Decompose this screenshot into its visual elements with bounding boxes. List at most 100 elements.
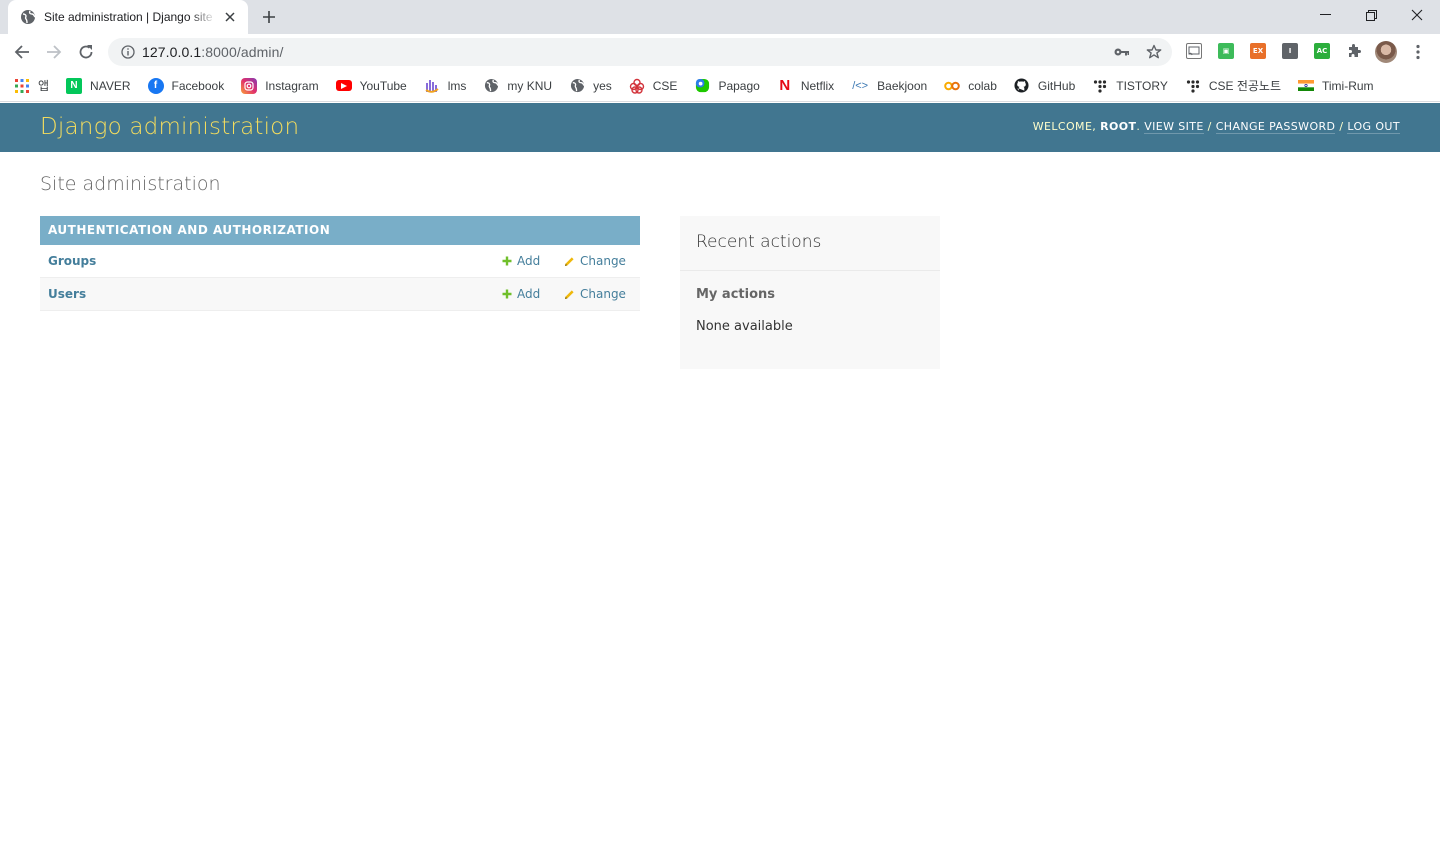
bookmark-label: Instagram <box>265 78 319 93</box>
back-arrow-icon <box>14 45 29 59</box>
pencil-icon <box>564 256 575 267</box>
close-window-button[interactable] <box>1394 0 1440 30</box>
page-title: Site administration <box>40 173 221 195</box>
bookmark-label: Baekjoon <box>877 78 928 93</box>
extension-ac-icon[interactable]: AC <box>1314 43 1330 59</box>
netflix-icon: N <box>779 77 791 94</box>
code-icon: /<> <box>852 79 869 92</box>
forward-arrow-icon <box>47 45 62 59</box>
instagram-icon <box>241 77 258 94</box>
tab-title: Site administration | Django site admin <box>44 10 216 24</box>
view-site-link[interactable]: View site <box>1144 120 1204 134</box>
bookmark-label: Facebook <box>171 78 225 93</box>
recent-actions-title: Recent actions <box>680 216 940 271</box>
model-row-users: Users Add Change <box>40 278 640 311</box>
bookmark-label: YouTube <box>359 78 407 93</box>
change-users-link[interactable]: Change <box>564 287 640 301</box>
bookmark-cse-note[interactable]: CSE 전공노트 <box>1185 77 1281 94</box>
bookmark-youtube[interactable]: YouTube <box>335 78 407 93</box>
add-label: Add <box>517 254 541 268</box>
extension-ex-icon[interactable]: EX <box>1250 43 1266 59</box>
bookmark-label: TISTORY <box>1116 78 1168 93</box>
admin-header: Django administration Welcome, root. Vie… <box>0 103 1440 152</box>
bookmark-instagram[interactable]: Instagram <box>241 77 319 94</box>
browser-tabstrip: Site administration | Django site admin <box>0 0 1440 34</box>
tistory-icon <box>1185 78 1201 94</box>
extension-cast-icon[interactable] <box>1186 43 1202 59</box>
model-link-groups[interactable]: Groups <box>40 254 502 268</box>
extension-i-icon[interactable]: I <box>1282 43 1298 59</box>
bookmark-netflix[interactable]: N Netflix <box>777 77 834 94</box>
model-row-groups: Groups Add Change <box>40 245 640 278</box>
restore-button[interactable] <box>1348 0 1394 30</box>
bookmark-my-knu[interactable]: my KNU <box>483 78 552 94</box>
app-module-auth: Authentication and Authorization Groups … <box>40 216 640 311</box>
bookmark-facebook[interactable]: f Facebook <box>147 77 225 94</box>
reload-button[interactable] <box>73 39 99 65</box>
browser-toolbar: 127.0.0.1:8000/admin/ ▣ EX I AC <box>0 34 1440 70</box>
module-caption[interactable]: Authentication and Authorization <box>40 216 640 245</box>
globe-icon <box>569 78 585 94</box>
bookmark-label: yes <box>593 78 612 93</box>
browser-tab-active[interactable]: Site administration | Django site admin <box>8 0 248 34</box>
pencil-icon <box>564 289 575 300</box>
bookmark-label: Timi-Rum <box>1322 78 1374 93</box>
change-label: Change <box>580 287 626 301</box>
extension-green-icon[interactable]: ▣ <box>1218 43 1234 59</box>
plus-icon <box>502 256 512 266</box>
address-bar[interactable]: 127.0.0.1:8000/admin/ <box>108 38 1172 66</box>
my-actions-heading: My actions <box>696 287 776 302</box>
site-branding[interactable]: Django administration <box>40 114 299 140</box>
new-tab-button[interactable] <box>258 6 280 28</box>
log-out-link[interactable]: Log out <box>1347 120 1400 134</box>
change-groups-link[interactable]: Change <box>564 254 640 268</box>
bookmark-label: CSE <box>652 78 678 93</box>
bookmark-timi-rum[interactable]: Timi-Rum <box>1298 78 1374 94</box>
minimize-button[interactable] <box>1302 0 1348 30</box>
bookmark-baekjoon[interactable]: /<> Baekjoon <box>851 78 927 94</box>
bookmark-cse[interactable]: CSE <box>629 78 678 94</box>
url-path: :8000/admin/ <box>201 44 284 60</box>
lms-icon <box>424 78 440 94</box>
add-label: Add <box>517 287 541 301</box>
username: root <box>1100 120 1137 133</box>
reload-icon <box>79 45 93 59</box>
model-link-users[interactable]: Users <box>40 287 502 301</box>
add-groups-link[interactable]: Add <box>502 254 564 268</box>
extensions-puzzle-icon[interactable] <box>1346 43 1362 59</box>
url-text: 127.0.0.1:8000/admin/ <box>142 44 283 60</box>
cse-icon <box>629 78 645 94</box>
change-password-link[interactable]: Change password <box>1215 120 1336 134</box>
youtube-icon <box>335 80 352 91</box>
profile-avatar[interactable] <box>1375 41 1397 63</box>
bookmark-label: 앱 <box>38 79 50 93</box>
bookmark-papago[interactable]: Papago <box>694 78 760 94</box>
naver-icon: N <box>66 77 83 94</box>
bookmark-apps[interactable]: 앱 <box>14 77 49 94</box>
add-users-link[interactable]: Add <box>502 287 564 301</box>
bookmark-star-icon[interactable] <box>1146 44 1162 60</box>
bookmark-github[interactable]: GitHub <box>1014 78 1075 94</box>
info-icon[interactable] <box>120 44 136 60</box>
close-tab-icon[interactable] <box>222 9 238 25</box>
bookmark-label: Papago <box>718 78 760 93</box>
forward-button[interactable] <box>41 39 67 65</box>
plus-icon <box>502 289 512 299</box>
bookmark-naver[interactable]: N NAVER <box>66 77 131 94</box>
bookmark-colab[interactable]: colab <box>944 78 997 94</box>
bookmark-yes[interactable]: yes <box>569 78 612 94</box>
bookmark-tistory[interactable]: TISTORY <box>1092 78 1168 94</box>
bookmark-label: lms <box>447 78 467 93</box>
back-button[interactable] <box>9 39 35 65</box>
bookmark-label: colab <box>968 78 997 93</box>
papago-icon <box>694 78 710 94</box>
bookmark-label: my KNU <box>507 78 553 93</box>
bookmark-label: NAVER <box>90 78 131 93</box>
key-icon[interactable] <box>1114 44 1130 60</box>
github-icon <box>1014 78 1030 94</box>
bookmark-label: CSE 전공노트 <box>1208 79 1281 93</box>
facebook-icon: f <box>147 77 164 94</box>
bookmark-lms[interactable]: lms <box>424 78 467 94</box>
browser-menu-icon[interactable] <box>1410 43 1426 61</box>
tistory-icon <box>1092 78 1108 94</box>
